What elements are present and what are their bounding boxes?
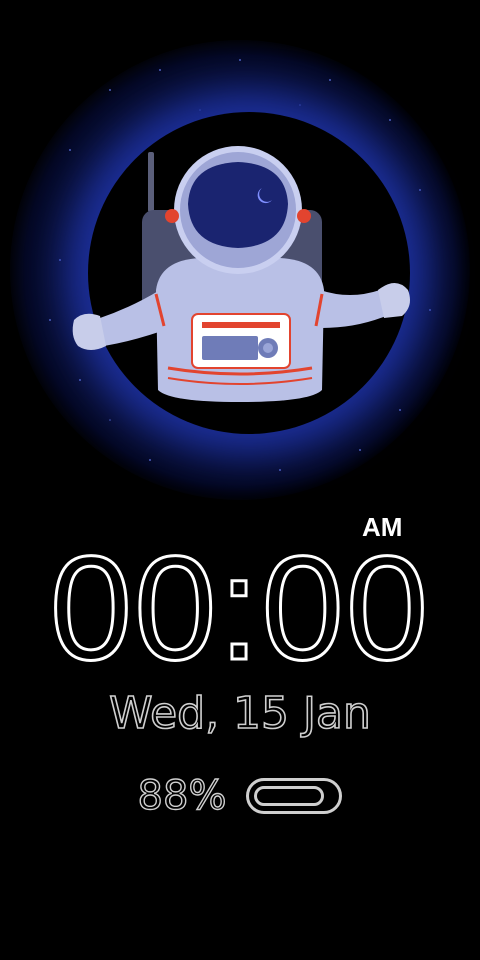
watch-face-screen: AM 00:00 Wed, 15 Jan 88% [0,0,480,960]
battery-status: 88% [0,766,480,826]
battery-percent: 88% [137,772,227,819]
astronaut-illustration [72,146,410,402]
battery-level-fill [254,786,325,806]
date-label: Wed, 15 Jan [108,687,371,740]
clock-time: 00:00 [48,526,431,691]
battery-icon [246,778,343,814]
